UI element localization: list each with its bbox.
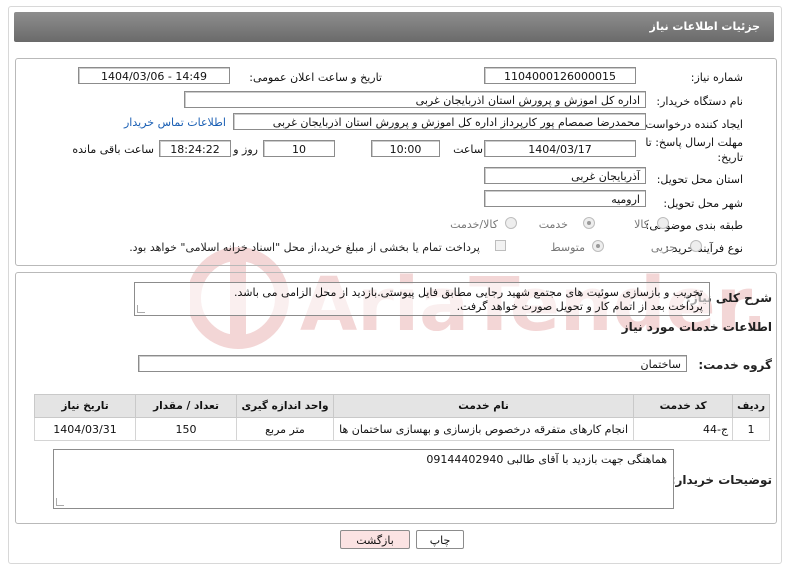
col-quantity: تعداد / مقدار bbox=[135, 394, 237, 418]
province-label: استان محل تحویل: bbox=[656, 173, 743, 186]
buyer-org-field: اداره کل اموزش و پرورش استان اذربایجان غ… bbox=[184, 91, 646, 108]
col-row-number: ردیف bbox=[732, 394, 770, 418]
services-table: ردیف کد خدمت نام خدمت واحد اندازه گیری ت… bbox=[34, 394, 770, 441]
buyer-notes-label: توضیحات خریدار: bbox=[670, 473, 772, 487]
cell-service-name: انجام کارهای متفرقه درخصوص بازسازی و بهس… bbox=[332, 417, 635, 441]
requester-field: محمدرضا صمصام پور کارپرداز اداره کل اموز… bbox=[233, 113, 646, 130]
cell-quantity: 150 bbox=[135, 417, 237, 441]
need-number-field: 1104000126000015 bbox=[484, 67, 636, 84]
header-bar: جزئیات اطلاعات نیاز bbox=[14, 12, 774, 42]
col-unit: واحد اندازه گیری bbox=[236, 394, 334, 418]
description-line-2: پرداخت بعد از اتمام کار و تحویل صورت خوا… bbox=[456, 300, 703, 313]
deadline-time-field: 10:00 bbox=[371, 140, 440, 157]
treasury-payment-note: پرداخت تمام یا بخشی از مبلغ خرید،از محل … bbox=[129, 241, 480, 254]
deadline-time-label: ساعت bbox=[453, 143, 483, 156]
cell-unit: متر مربع bbox=[236, 417, 334, 441]
days-label: روز و bbox=[233, 143, 258, 156]
process-radio-minor[interactable] bbox=[690, 240, 702, 252]
remaining-time-field: 18:24:22 bbox=[159, 140, 231, 157]
days-remaining-field: 10 bbox=[263, 140, 335, 157]
service-group-label: گروه خدمت: bbox=[698, 358, 772, 372]
process-label: نوع فرآیند خرید : bbox=[665, 242, 743, 255]
back-button[interactable]: بازگشت bbox=[340, 530, 410, 549]
details-frame bbox=[15, 58, 777, 266]
buyer-contact-link[interactable]: اطلاعات تماس خریدار bbox=[124, 116, 226, 129]
resize-handle-icon[interactable] bbox=[137, 305, 145, 313]
services-section-title: اطلاعات خدمات مورد نیاز bbox=[621, 320, 772, 334]
category-radio-goods[interactable] bbox=[657, 217, 669, 229]
cell-service-code: ج-44 bbox=[633, 417, 734, 441]
city-field: ارومیه bbox=[484, 190, 646, 207]
service-group-field: ساختمان bbox=[138, 355, 687, 372]
buyer-notes-textarea: هماهنگی جهت بازدید با آقای طالبی 0914440… bbox=[53, 449, 674, 509]
category-option-service: خدمت bbox=[538, 218, 568, 231]
col-service-name: نام خدمت bbox=[332, 394, 635, 418]
process-option-medium: متوسط bbox=[550, 241, 585, 254]
announce-datetime-field: 1404/03/06 - 14:49 bbox=[78, 67, 230, 84]
announce-datetime-label: تاریخ و ساعت اعلان عمومی: bbox=[249, 71, 382, 84]
col-service-code: کد خدمت bbox=[633, 394, 734, 418]
category-option-goods-service: کالا/خدمت bbox=[450, 218, 498, 231]
description-textarea: تخریب و بازسازی سوئیت های مجتمع شهید رجا… bbox=[134, 282, 710, 316]
col-need-date: تاریخ نیاز bbox=[34, 394, 136, 418]
treasury-payment-checkbox[interactable] bbox=[495, 240, 506, 251]
category-option-goods: کالا bbox=[634, 218, 649, 231]
city-label: شهر محل تحویل: bbox=[663, 197, 743, 210]
deadline-label: مهلت ارسال پاسخ: تا bbox=[645, 136, 743, 149]
province-field: آذربایجان غربی bbox=[484, 167, 646, 184]
buyer-notes-text: هماهنگی جهت بازدید با آقای طالبی 0914440… bbox=[426, 453, 667, 466]
buyer-org-label: نام دستگاه خریدار: bbox=[656, 95, 743, 108]
resize-handle-icon[interactable] bbox=[56, 498, 64, 506]
page-title: جزئیات اطلاعات نیاز bbox=[649, 20, 761, 33]
process-option-minor: جزیی bbox=[650, 241, 676, 254]
need-number-label: شماره نیاز: bbox=[690, 71, 743, 84]
print-button[interactable]: چاپ bbox=[416, 530, 464, 549]
remaining-time-label: ساعت باقی مانده bbox=[72, 143, 154, 156]
services-table-header: ردیف کد خدمت نام خدمت واحد اندازه گیری ت… bbox=[34, 394, 770, 418]
requester-label: ایجاد کننده درخواست: bbox=[641, 118, 743, 131]
cell-need-date: 1404/03/31 bbox=[34, 417, 136, 441]
process-radio-medium[interactable] bbox=[592, 240, 604, 252]
table-row: 1 ج-44 انجام کارهای متفرقه درخصوص بازساز… bbox=[34, 417, 770, 441]
cell-row-number: 1 bbox=[732, 417, 770, 441]
deadline-date-field: 1404/03/17 bbox=[484, 140, 636, 157]
category-radio-service[interactable] bbox=[583, 217, 595, 229]
description-line-1: تخریب و بازسازی سوئیت های مجتمع شهید رجا… bbox=[234, 286, 703, 299]
deadline-label-2: تاریخ: bbox=[717, 151, 743, 164]
category-radio-goods-service[interactable] bbox=[505, 217, 517, 229]
